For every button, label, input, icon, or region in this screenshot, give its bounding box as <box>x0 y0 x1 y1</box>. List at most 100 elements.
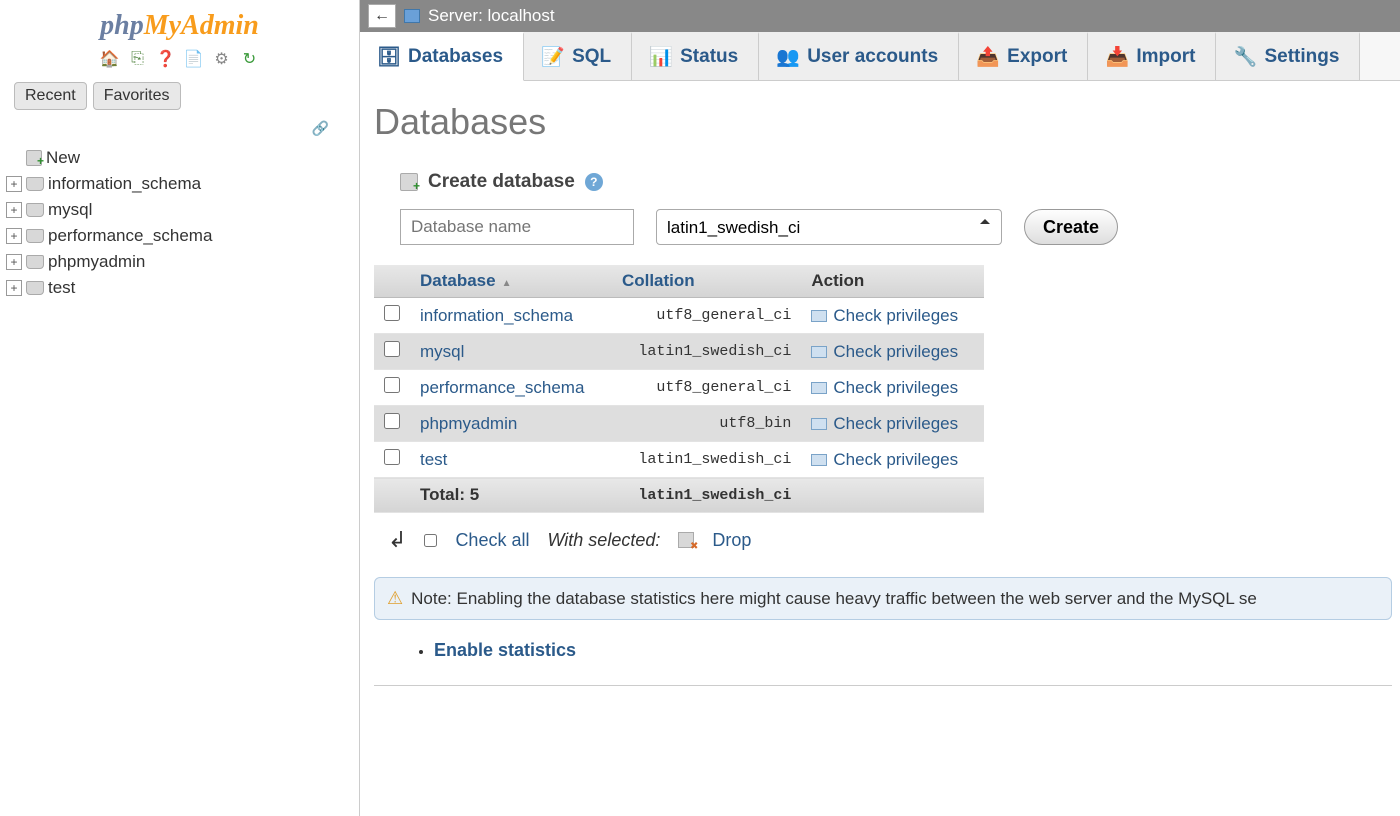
drop-link[interactable]: Drop <box>712 530 751 551</box>
collation-select[interactable]: latin1_swedish_ci <box>656 209 1002 245</box>
check-privileges-link[interactable]: Check privileges <box>833 450 958 469</box>
bulk-actions: ↳ Check all With selected: Drop <box>374 513 1392 571</box>
table-row: phpmyadmin utf8_bin Check privileges <box>374 406 984 442</box>
col-checkbox <box>374 265 410 298</box>
create-db-form: latin1_swedish_ci Create <box>374 209 1392 265</box>
main-panel: ← Server: localhost 🗄 Databases 📝 SQL 📊 … <box>360 0 1400 816</box>
new-db-icon <box>400 173 418 191</box>
privileges-icon <box>811 310 827 322</box>
tab-import[interactable]: 📥 Import <box>1088 32 1216 80</box>
databases-icon: 🗄 <box>380 48 398 66</box>
enable-statistics-link[interactable]: Enable statistics <box>434 640 576 660</box>
row-checkbox[interactable] <box>384 377 400 393</box>
export-icon: 📤 <box>979 48 997 66</box>
tree-item[interactable]: + performance_schema <box>6 223 359 249</box>
row-checkbox[interactable] <box>384 341 400 357</box>
main-tabs: 🗄 Databases 📝 SQL 📊 Status 👥 User accoun… <box>360 32 1400 81</box>
databases-table: Database▲ Collation Action information_s… <box>374 265 984 513</box>
tree-item[interactable]: + test <box>6 275 359 301</box>
table-row: information_schema utf8_general_ci Check… <box>374 298 984 334</box>
db-link[interactable]: phpmyadmin <box>420 414 517 433</box>
expand-icon[interactable]: + <box>6 280 22 296</box>
docs-icon[interactable]: ❓ <box>155 48 177 70</box>
topbar: ← Server: localhost <box>360 0 1400 32</box>
reload-icon[interactable]: ↻ <box>239 48 261 70</box>
tree-item[interactable]: + mysql <box>6 197 359 223</box>
with-selected-label: With selected: <box>547 530 660 551</box>
divider <box>374 685 1392 686</box>
db-link[interactable]: test <box>420 450 447 469</box>
check-privileges-link[interactable]: Check privileges <box>833 378 958 397</box>
table-row: performance_schema utf8_general_ci Check… <box>374 370 984 406</box>
tree-new[interactable]: New <box>6 145 359 171</box>
logout-icon[interactable]: ⎘ <box>127 48 149 70</box>
database-icon <box>26 255 44 269</box>
row-collation: utf8_general_ci <box>622 307 791 324</box>
database-icon <box>26 177 44 191</box>
link-chain-icon[interactable]: 🔗 <box>312 120 329 136</box>
tab-recent[interactable]: Recent <box>14 82 87 110</box>
check-privileges-link[interactable]: Check privileges <box>833 414 958 433</box>
expand-icon[interactable]: + <box>6 254 22 270</box>
database-icon <box>26 229 44 243</box>
tab-sql[interactable]: 📝 SQL <box>524 32 632 80</box>
privileges-icon <box>811 346 827 358</box>
tab-settings[interactable]: 🔧 Settings <box>1216 32 1360 80</box>
privileges-icon <box>811 454 827 466</box>
expand-icon[interactable]: + <box>6 176 22 192</box>
db-link[interactable]: mysql <box>420 342 464 361</box>
database-icon <box>26 203 44 217</box>
check-all-link[interactable]: Check all <box>455 530 529 551</box>
settings-gear-icon[interactable]: ⚙ <box>211 48 233 70</box>
row-checkbox[interactable] <box>384 305 400 321</box>
privileges-icon <box>811 382 827 394</box>
check-privileges-link[interactable]: Check privileges <box>833 306 958 325</box>
sidebar-icon-row: 🏠 ⎘ ❓ 📄 ⚙ ↻ <box>0 44 359 78</box>
col-collation[interactable]: Collation <box>612 265 801 298</box>
tab-status[interactable]: 📊 Status <box>632 32 759 80</box>
tab-databases[interactable]: 🗄 Databases <box>360 32 524 81</box>
col-action: Action <box>801 265 984 298</box>
tree-item[interactable]: + phpmyadmin <box>6 249 359 275</box>
expand-icon[interactable]: + <box>6 228 22 244</box>
sql-doc-icon[interactable]: 📄 <box>183 48 205 70</box>
row-checkbox[interactable] <box>384 413 400 429</box>
footer-collation: latin1_swedish_ci <box>622 487 791 504</box>
sidebar: phpMyAdmin 🏠 ⎘ ❓ 📄 ⚙ ↻ Recent Favorites … <box>0 0 360 816</box>
arrow-up-icon: ↳ <box>388 527 406 553</box>
sql-icon: 📝 <box>544 48 562 66</box>
server-breadcrumb[interactable]: Server: localhost <box>428 6 555 26</box>
logo-part1: php <box>100 10 144 41</box>
create-button[interactable]: Create <box>1024 209 1118 245</box>
tab-user-accounts[interactable]: 👥 User accounts <box>759 32 959 80</box>
server-icon <box>404 9 420 23</box>
tree-item[interactable]: + information_schema <box>6 171 359 197</box>
page-title: Databases <box>374 101 1392 143</box>
tab-export[interactable]: 📤 Export <box>959 32 1088 80</box>
import-icon: 📥 <box>1108 48 1126 66</box>
help-icon[interactable]: ? <box>585 173 603 191</box>
table-footer: Total: 5 latin1_swedish_ci <box>374 478 984 513</box>
create-db-heading: Create database ? <box>374 167 1392 209</box>
col-database[interactable]: Database▲ <box>410 265 612 298</box>
db-tree: New + information_schema + mysql + perfo… <box>0 141 359 301</box>
settings-icon: 🔧 <box>1236 48 1254 66</box>
check-all-checkbox[interactable] <box>424 534 437 547</box>
content-area: Databases Create database ? latin1_swedi… <box>360 81 1400 706</box>
database-name-input[interactable] <box>400 209 634 245</box>
back-button[interactable]: ← <box>368 4 396 28</box>
row-collation: latin1_swedish_ci <box>622 343 791 360</box>
row-checkbox[interactable] <box>384 449 400 465</box>
home-icon[interactable]: 🏠 <box>99 48 121 70</box>
check-privileges-link[interactable]: Check privileges <box>833 342 958 361</box>
db-link[interactable]: information_schema <box>420 306 573 325</box>
row-collation: utf8_general_ci <box>622 379 791 396</box>
stats-list: Enable statistics <box>374 640 1392 661</box>
privileges-icon <box>811 418 827 430</box>
table-row: mysql latin1_swedish_ci Check privileges <box>374 334 984 370</box>
tab-favorites[interactable]: Favorites <box>93 82 181 110</box>
phpmyadmin-logo[interactable]: phpMyAdmin <box>0 6 359 44</box>
db-link[interactable]: performance_schema <box>420 378 584 397</box>
sidebar-tabs: Recent Favorites <box>0 78 359 116</box>
expand-icon[interactable]: + <box>6 202 22 218</box>
